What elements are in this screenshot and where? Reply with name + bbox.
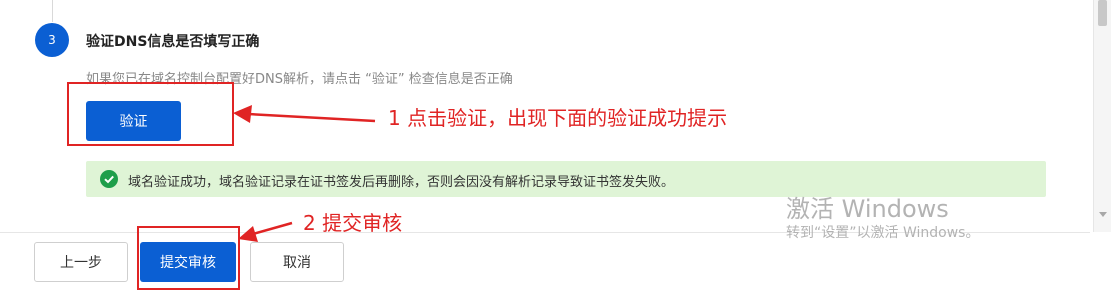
annotation-verify-hint: 1 点击验证，出现下面的验证成功提示 [388, 106, 728, 130]
annotation-submit-hint: 2 提交审核 [303, 211, 403, 235]
prev-step-button[interactable]: 上一步 [34, 242, 128, 282]
annotation-highlight-verify [67, 82, 234, 146]
activation-watermark-subtitle: 转到“设置”以激活 Windows。 [786, 225, 980, 241]
arrow-head-verify [233, 105, 252, 123]
activation-watermark-title: 激活 Windows [786, 195, 949, 223]
scroll-down-arrow-icon[interactable] [1099, 212, 1107, 217]
arrow-head-submit [238, 226, 258, 242]
scrollbar-thumb[interactable] [1098, 0, 1107, 26]
step-title: 验证DNS信息是否填写正确 [86, 34, 260, 50]
vertical-scrollbar[interactable] [1093, 0, 1111, 232]
annotation-highlight-submit [137, 226, 240, 290]
step-number-badge: 3 [35, 23, 69, 57]
timeline-connector [52, 0, 53, 22]
check-circle-icon [100, 170, 118, 188]
arrow-to-verify [247, 112, 376, 123]
success-message: 域名验证成功，域名验证记录在证书签发后再删除，否则会因没有解析记录导致证书签发失… [128, 175, 675, 190]
cancel-button[interactable]: 取消 [250, 242, 344, 282]
